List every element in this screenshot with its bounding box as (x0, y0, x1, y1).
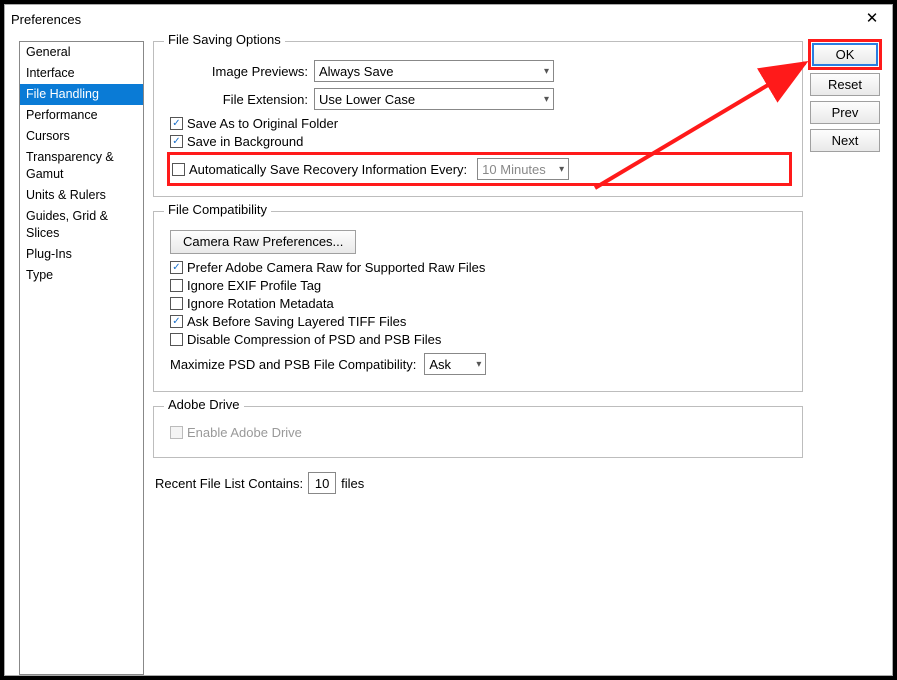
sidebar-item-performance[interactable]: Performance (20, 105, 143, 126)
ignore-rotation-label: Ignore Rotation Metadata (187, 296, 334, 311)
disable-psd-compression-checkbox[interactable] (170, 333, 183, 346)
disable-psd-compression-label: Disable Compression of PSD and PSB Files (187, 332, 441, 347)
image-previews-value: Always Save (319, 64, 393, 79)
prev-button[interactable]: Prev (810, 101, 880, 124)
save-as-original-checkbox[interactable]: ✓ (170, 117, 183, 130)
ignore-rotation-checkbox[interactable] (170, 297, 183, 310)
adobe-drive-group: Adobe Drive Enable Adobe Drive (153, 406, 803, 458)
sidebar-item-transparency-gamut[interactable]: Transparency & Gamut (20, 147, 143, 185)
auto-save-label: Automatically Save Recovery Information … (189, 162, 467, 177)
prefer-acr-checkbox[interactable]: ✓ (170, 261, 183, 274)
sidebar-item-units-rulers[interactable]: Units & Rulers (20, 185, 143, 206)
sidebar-item-plug-ins[interactable]: Plug-Ins (20, 244, 143, 265)
maximize-psd-value: Ask (429, 357, 451, 372)
chevron-down-icon: ▾ (476, 359, 481, 370)
sidebar-item-interface[interactable]: Interface (20, 63, 143, 84)
image-previews-select[interactable]: Always Save ▾ (314, 60, 554, 82)
next-button[interactable]: Next (810, 129, 880, 152)
maximize-psd-label: Maximize PSD and PSB File Compatibility: (170, 357, 416, 372)
file-extension-select[interactable]: Use Lower Case ▾ (314, 88, 554, 110)
file-extension-label: File Extension: (164, 92, 314, 107)
enable-adobe-drive-checkbox (170, 426, 183, 439)
auto-save-interval-select[interactable]: 10 Minutes ▾ (477, 158, 569, 180)
ignore-exif-label: Ignore EXIF Profile Tag (187, 278, 321, 293)
sidebar-item-general[interactable]: General (20, 42, 143, 63)
file-saving-options-group: File Saving Options Image Previews: Alwa… (153, 41, 803, 197)
image-previews-label: Image Previews: (164, 64, 314, 79)
file-saving-options-legend: File Saving Options (164, 32, 285, 47)
adobe-drive-legend: Adobe Drive (164, 397, 244, 412)
file-compatibility-group: File Compatibility Camera Raw Preference… (153, 211, 803, 392)
maximize-psd-select[interactable]: Ask ▾ (424, 353, 486, 375)
window-title: Preferences (11, 12, 858, 27)
save-as-original-label: Save As to Original Folder (187, 116, 338, 131)
ignore-exif-checkbox[interactable] (170, 279, 183, 292)
recent-files-label: Recent File List Contains: (155, 476, 303, 491)
ask-tiff-label: Ask Before Saving Layered TIFF Files (187, 314, 406, 329)
sidebar-item-cursors[interactable]: Cursors (20, 126, 143, 147)
auto-save-interval-value: 10 Minutes (482, 162, 546, 177)
file-extension-value: Use Lower Case (319, 92, 415, 107)
ask-tiff-checkbox[interactable]: ✓ (170, 315, 183, 328)
enable-adobe-drive-label: Enable Adobe Drive (187, 425, 302, 440)
sidebar-item-file-handling[interactable]: File Handling (20, 84, 143, 105)
reset-button[interactable]: Reset (810, 73, 880, 96)
sidebar-item-type[interactable]: Type (20, 265, 143, 286)
chevron-down-icon: ▾ (559, 164, 564, 175)
sidebar-item-guides-grid-slices[interactable]: Guides, Grid & Slices (20, 206, 143, 244)
save-in-background-label: Save in Background (187, 134, 303, 149)
file-compatibility-legend: File Compatibility (164, 202, 271, 217)
auto-save-checkbox[interactable] (172, 163, 185, 176)
camera-raw-preferences-button[interactable]: Camera Raw Preferences... (170, 230, 356, 254)
chevron-down-icon: ▾ (544, 66, 549, 77)
save-in-background-checkbox[interactable]: ✓ (170, 135, 183, 148)
chevron-down-icon: ▾ (544, 94, 549, 105)
preferences-category-list: General Interface File Handling Performa… (19, 41, 144, 675)
ok-button[interactable]: OK (812, 43, 878, 66)
recent-files-suffix: files (341, 476, 364, 491)
close-button[interactable]: ✕ (858, 7, 886, 31)
prefer-acr-label: Prefer Adobe Camera Raw for Supported Ra… (187, 260, 485, 275)
recent-files-input[interactable] (308, 472, 336, 494)
